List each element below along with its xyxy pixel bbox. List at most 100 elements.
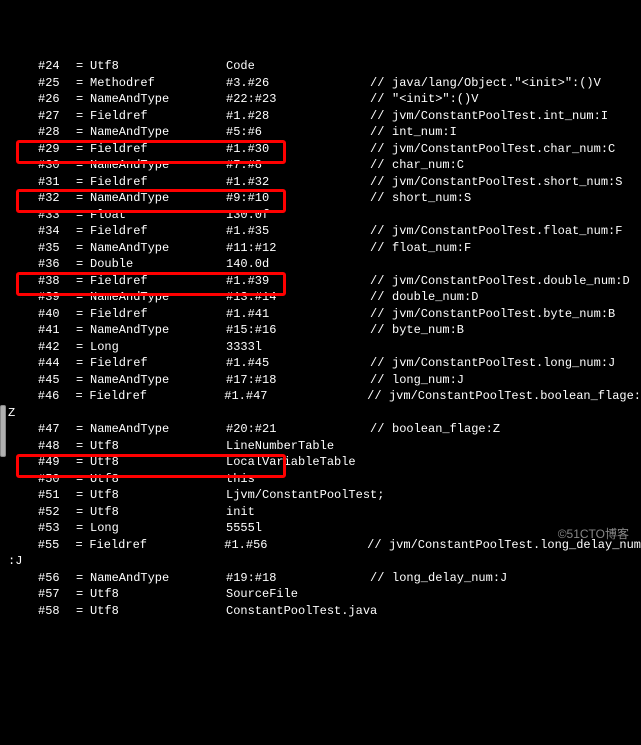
- constant-pool-row: #36=Double140.0d: [8, 256, 641, 273]
- row-equals: =: [76, 306, 90, 323]
- constant-pool-row: #34=Fieldref#1.#35//jvm/ConstantPoolTest…: [8, 223, 641, 240]
- row-index: #32: [38, 190, 76, 207]
- row-equals: =: [76, 58, 90, 75]
- row-slashes: [370, 586, 392, 603]
- constant-pool-row: #39=NameAndType#13:#14//double_num:D: [8, 289, 641, 306]
- row-lead: [8, 141, 38, 158]
- row-index: #26: [38, 91, 76, 108]
- row-comment: jvm/ConstantPoolTest.byte_num:B: [392, 306, 615, 323]
- row-equals: =: [76, 570, 90, 587]
- row-equals: =: [75, 388, 89, 405]
- row-ref: #13:#14: [226, 289, 370, 306]
- row-index: #25: [38, 75, 76, 92]
- row-slashes: //: [370, 355, 392, 372]
- constant-pool-row: #58=Utf8ConstantPoolTest.java: [8, 603, 641, 620]
- row-equals: =: [76, 273, 90, 290]
- row-lead: [8, 91, 38, 108]
- row-index: #52: [38, 504, 76, 521]
- row-ref: #19:#18: [226, 570, 370, 587]
- row-slashes: //: [370, 190, 392, 207]
- row-slashes: [370, 520, 392, 537]
- row-type: Float: [90, 207, 226, 224]
- row-equals: =: [76, 322, 90, 339]
- row-slashes: //: [370, 289, 392, 306]
- row-lead: :J: [8, 553, 38, 570]
- row-lead: [8, 603, 38, 620]
- row-slashes: [370, 438, 392, 455]
- row-lead: [8, 388, 38, 405]
- row-type: Utf8: [90, 58, 226, 75]
- row-comment: char_num:C: [392, 157, 464, 174]
- row-comment: short_num:S: [392, 190, 471, 207]
- constant-pool-row: #51=Utf8Ljvm/ConstantPoolTest;: [8, 487, 641, 504]
- row-type: Utf8: [90, 487, 226, 504]
- row-lead: Z: [8, 405, 38, 422]
- row-type: Fieldref: [90, 273, 226, 290]
- row-index: #38: [38, 273, 76, 290]
- constant-pool-row: #53=Long5555l: [8, 520, 641, 537]
- constant-pool-row: #52=Utf8init: [8, 504, 641, 521]
- row-slashes: [370, 256, 392, 273]
- row-lead: [8, 240, 38, 257]
- row-index: #56: [38, 570, 76, 587]
- row-equals: =: [76, 157, 90, 174]
- row-slashes: //: [370, 174, 392, 191]
- constant-pool-row: #25=Methodref#3.#26//java/lang/Object."<…: [8, 75, 641, 92]
- constant-pool-row: #24=Utf8Code: [8, 58, 641, 75]
- row-equals: =: [76, 174, 90, 191]
- row-slashes: //: [370, 306, 392, 323]
- row-index: #58: [38, 603, 76, 620]
- row-comment: jvm/ConstantPoolTest.boolean_flage:: [389, 388, 641, 405]
- scrollbar-thumb[interactable]: [0, 405, 6, 457]
- constant-pool-row: #40=Fieldref#1.#41//jvm/ConstantPoolTest…: [8, 306, 641, 323]
- row-slashes: //: [370, 223, 392, 240]
- row-lead: [8, 174, 38, 191]
- row-index: #51: [38, 487, 76, 504]
- row-ref: #1.#32: [226, 174, 370, 191]
- row-index: #57: [38, 586, 76, 603]
- row-ref: SourceFile: [226, 586, 370, 603]
- row-type: NameAndType: [90, 289, 226, 306]
- row-equals: =: [76, 240, 90, 257]
- row-ref: #9:#10: [226, 190, 370, 207]
- row-index: #36: [38, 256, 76, 273]
- row-lead: [8, 537, 38, 554]
- row-type: Long: [90, 520, 226, 537]
- row-ref: #11:#12: [226, 240, 370, 257]
- row-comment: jvm/ConstantPoolTest.float_num:F: [392, 223, 622, 240]
- row-index: #53: [38, 520, 76, 537]
- row-ref: 3333l: [226, 339, 370, 356]
- row-ref: ConstantPoolTest.java: [226, 603, 370, 620]
- constant-pool-row: #46=Fieldref#1.#47//jvm/ConstantPoolTest…: [8, 388, 641, 405]
- row-equals: =: [76, 471, 90, 488]
- row-equals: =: [76, 438, 90, 455]
- row-comment: jvm/ConstantPoolTest.char_num:C: [392, 141, 615, 158]
- row-lead: [8, 289, 38, 306]
- row-equals: =: [76, 487, 90, 504]
- row-lead: [8, 586, 38, 603]
- row-comment: boolean_flage:Z: [392, 421, 500, 438]
- row-ref: #7:#8: [226, 157, 370, 174]
- row-lead: [8, 454, 38, 471]
- constant-pool-row: #32=NameAndType#9:#10//short_num:S: [8, 190, 641, 207]
- row-ref: 5555l: [226, 520, 370, 537]
- row-index: #45: [38, 372, 76, 389]
- row-type: NameAndType: [90, 240, 226, 257]
- constant-pool-row: #47=NameAndType#20:#21//boolean_flage:Z: [8, 421, 641, 438]
- constant-pool-row: #55=Fieldref#1.#56//jvm/ConstantPoolTest…: [8, 537, 641, 554]
- constant-pool-row: Z: [8, 405, 641, 422]
- row-equals: =: [76, 603, 90, 620]
- row-lead: [8, 306, 38, 323]
- row-type: Utf8: [90, 454, 226, 471]
- row-comment: jvm/ConstantPoolTest.double_num:D: [392, 273, 630, 290]
- row-equals: =: [76, 586, 90, 603]
- row-lead: [8, 520, 38, 537]
- row-type: Utf8: [90, 603, 226, 620]
- constant-pool-listing: #24=Utf8Code#25=Methodref#3.#26//java/la…: [8, 58, 641, 619]
- row-lead: [8, 157, 38, 174]
- row-slashes: //: [370, 157, 392, 174]
- row-equals: =: [75, 537, 89, 554]
- row-type: NameAndType: [90, 91, 226, 108]
- row-comment: double_num:D: [392, 289, 478, 306]
- row-comment: jvm/ConstantPoolTest.short_num:S: [392, 174, 622, 191]
